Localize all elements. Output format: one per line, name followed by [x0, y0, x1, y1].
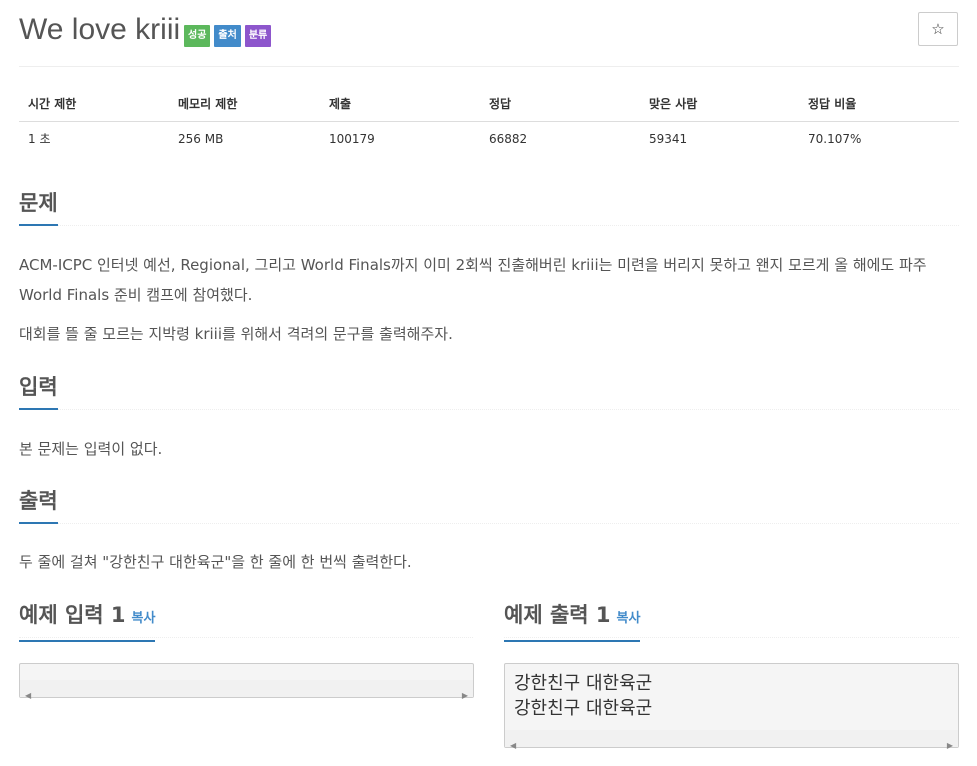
- scroll-left-arrow-icon[interactable]: ◀: [510, 733, 516, 758]
- description-paragraph-2: 대회를 뜰 줄 모르는 지박령 kriii를 위해서 격려의 문구를 출력해주자…: [19, 325, 453, 343]
- table-header-row: 시간 제한 메모리 제한 제출 정답 맞은 사람 정답 비율: [19, 86, 959, 122]
- sample-output-header: 예제 출력 1 복사: [504, 598, 959, 642]
- sample-input-scrollbar[interactable]: ◀ ▶: [20, 680, 473, 700]
- header-time-limit: 시간 제한: [19, 86, 169, 122]
- input-title: 입력: [19, 370, 58, 410]
- scroll-right-arrow-icon[interactable]: ▶: [947, 733, 953, 758]
- problem-labels: 성공 출처 분류: [184, 25, 272, 47]
- sample-input-title-text: 예제 입력 1: [19, 603, 126, 627]
- output-text: 두 줄에 걸쳐 "강한친구 대한육군"을 한 줄에 한 번씩 출력한다.: [19, 553, 412, 571]
- header-submissions: 제출: [320, 86, 480, 122]
- value-solved-users: 59341: [649, 131, 688, 146]
- page-title: We love kriii: [19, 13, 181, 46]
- copy-sample-output-button[interactable]: 복사: [617, 611, 641, 626]
- header-memory-limit: 메모리 제한: [169, 86, 320, 122]
- sample-output-title: 예제 출력 1 복사: [504, 598, 641, 642]
- input-text: 본 문제는 입력이 없다.: [19, 440, 163, 458]
- scroll-left-arrow-icon[interactable]: ◀: [25, 683, 31, 708]
- output-section-header: 출력: [19, 484, 959, 524]
- description-line-1: ACM-ICPC 인터넷 예선, Regional, 그리고 World Fin…: [19, 256, 927, 274]
- sample-output-line: 강한친구 대한육군: [514, 673, 653, 694]
- label-source[interactable]: 출처: [214, 25, 241, 47]
- description-line-2: World Finals 준비 캠프에 참여했다.: [19, 286, 253, 304]
- description-title: 문제: [19, 186, 58, 226]
- value-submissions: 100179: [329, 131, 375, 146]
- problem-header: We love kriii 성공 출처 분류 ☆: [19, 10, 959, 50]
- copy-sample-input-button[interactable]: 복사: [132, 611, 156, 626]
- header-accept-ratio: 정답 비율: [799, 86, 959, 122]
- value-time-limit: 1 초: [28, 132, 51, 147]
- sample-output-line: 강한친구 대한육군: [514, 698, 653, 719]
- sample-output-title-text: 예제 출력 1: [504, 603, 611, 627]
- sample-output-scrollbar[interactable]: ◀ ▶: [505, 730, 958, 750]
- value-accepted: 66882: [489, 131, 528, 146]
- input-section-header: 입력: [19, 370, 959, 410]
- value-memory-limit: 256 MB: [178, 131, 224, 146]
- label-category[interactable]: 분류: [244, 25, 272, 47]
- value-accept-ratio: 70.107%: [808, 131, 862, 146]
- header-solved-users: 맞은 사람: [640, 86, 799, 122]
- problem-info-table: 시간 제한 메모리 제한 제출 정답 맞은 사람 정답 비율 1 초 256 M…: [19, 86, 959, 156]
- title-divider: [19, 66, 959, 67]
- header-accepted: 정답: [480, 86, 640, 122]
- output-title: 출력: [19, 484, 58, 524]
- favorite-button[interactable]: ☆: [918, 12, 958, 46]
- star-icon: ☆: [931, 20, 945, 38]
- description-section-header: 문제: [19, 186, 959, 226]
- scroll-right-arrow-icon[interactable]: ▶: [462, 683, 468, 708]
- sample-input-header: 예제 입력 1 복사: [19, 598, 473, 642]
- table-row: 1 초 256 MB 100179 66882 59341 70.107%: [19, 121, 959, 156]
- sample-output-box[interactable]: 강한친구 대한육군 강한친구 대한육군 ◀ ▶: [504, 663, 959, 750]
- label-success[interactable]: 성공: [184, 25, 211, 47]
- sample-input-title: 예제 입력 1 복사: [19, 598, 156, 642]
- sample-input-box[interactable]: ◀ ▶: [19, 663, 474, 700]
